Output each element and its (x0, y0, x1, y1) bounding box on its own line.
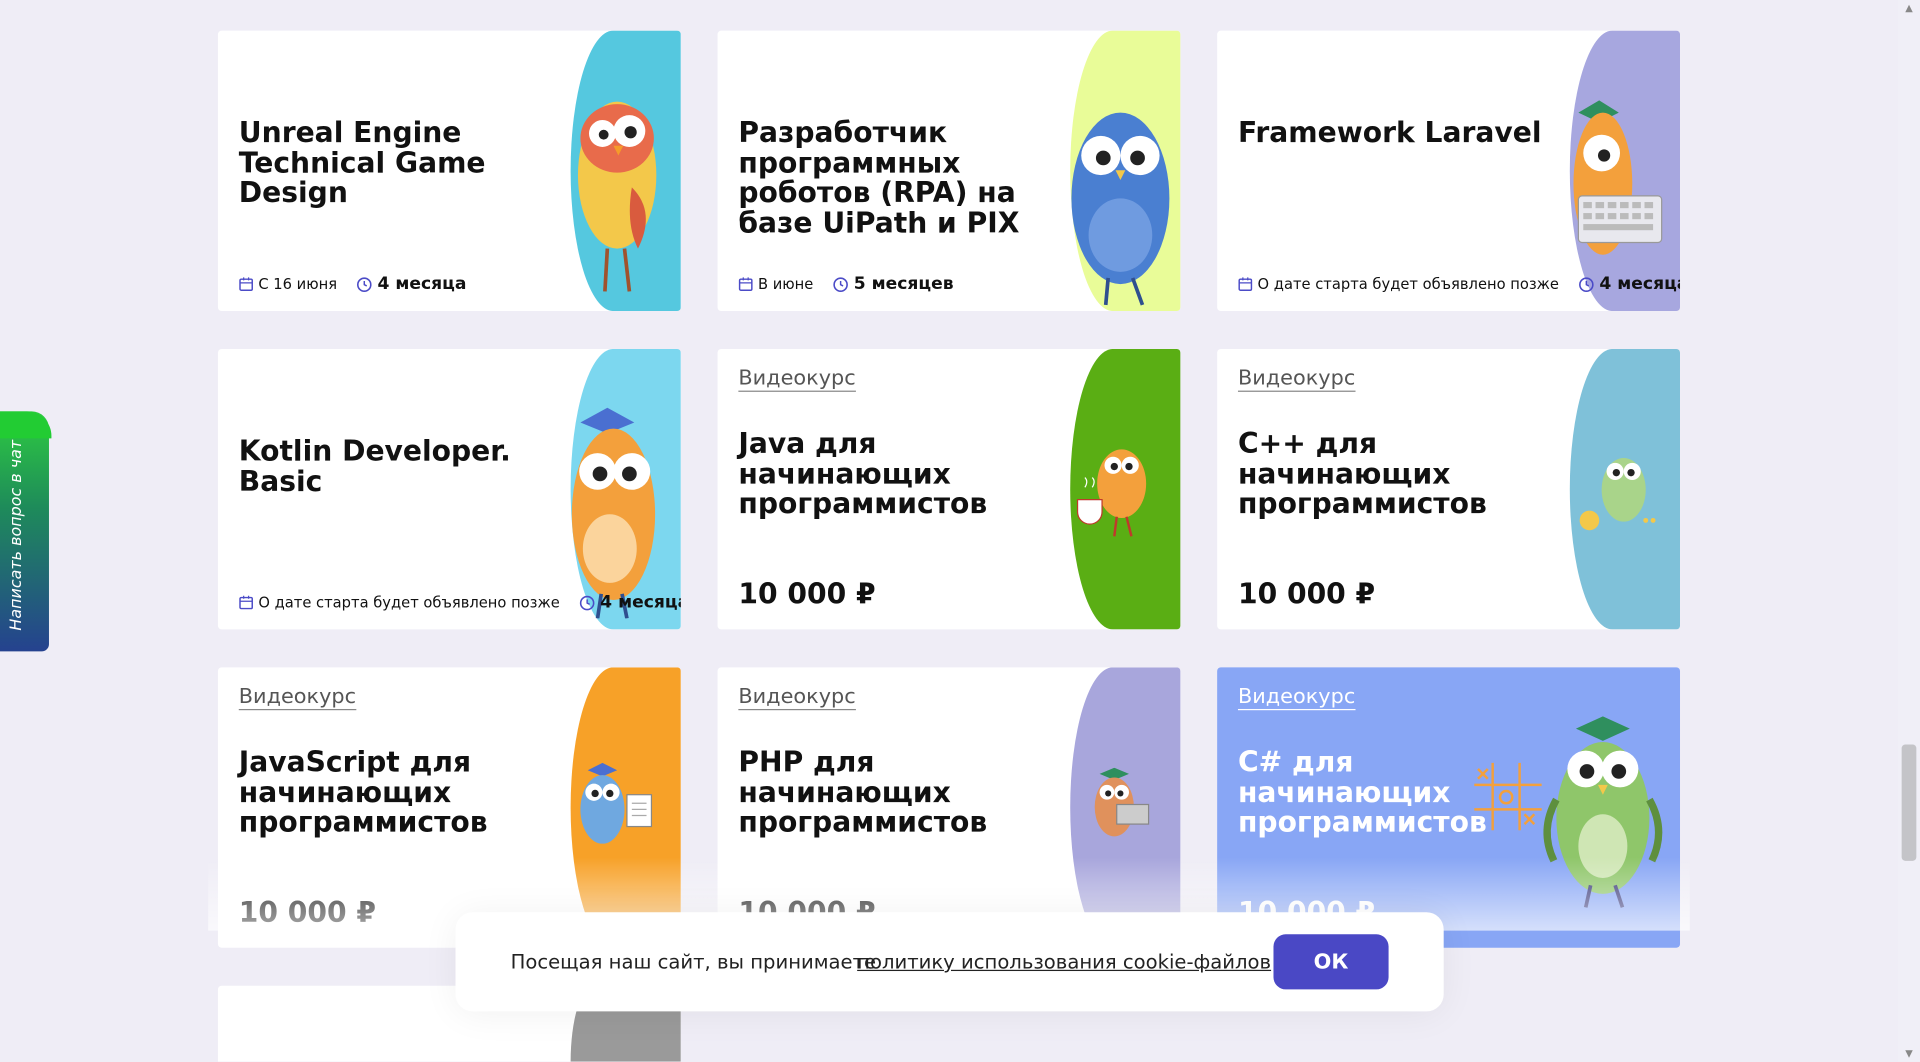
course-card-laravel[interactable]: Framework Laravel О дате старта будет об… (1217, 30, 1681, 312)
course-duration: 4 месяца (1599, 274, 1681, 294)
course-meta: О дате старта будет объявлено позже 4 ме… (1238, 274, 1680, 294)
course-card-javascript[interactable]: Видеокурс JavaScript для начинающих прог… (217, 667, 681, 948)
cookie-policy-link[interactable]: политику использования cookie-файлов (857, 950, 1271, 973)
course-card-java[interactable]: Видеокурс Java для начинающих программис… (717, 348, 1181, 630)
calendar-icon (239, 277, 254, 292)
course-card-csharp[interactable]: Видеокурс C# для начинающих программисто… (1217, 667, 1681, 948)
scrollbar-track[interactable] (1897, 0, 1920, 1062)
calendar-icon (239, 595, 254, 610)
owl-illustration (571, 407, 656, 619)
clock-icon (833, 276, 849, 292)
course-title: JavaScript для начинающих программистов (238, 746, 488, 839)
course-meta: О дате старта будет объявлено позже 4 ме… (239, 592, 681, 613)
course-price: 10 000 ₽ (238, 897, 376, 930)
scroll-down-arrow-icon[interactable]: ▼ (1903, 1048, 1915, 1059)
course-card-php[interactable]: Видеокурс PHP для начинающих программист… (717, 667, 1181, 948)
course-duration: 4 месяца (377, 274, 467, 294)
course-kind-badge[interactable]: Видеокурс (238, 684, 357, 711)
cookie-banner: Посещая наш сайт, вы принимаете политику… (455, 912, 1444, 1012)
owl-illustration (1573, 100, 1663, 255)
course-title: Kotlin Developer. Basic (238, 435, 511, 498)
owl-illustration (577, 101, 657, 292)
course-kind-badge[interactable]: Видеокурс (1237, 684, 1356, 711)
course-kind-badge[interactable]: Видеокурс (1237, 366, 1356, 392)
course-card-cpp[interactable]: Видеокурс C++ для начинающих программист… (1217, 348, 1681, 630)
chat-tab-label[interactable]: Написать вопрос в чат (7, 440, 25, 631)
owl-illustration (1076, 449, 1147, 537)
course-title: Java для начинающих программистов (738, 428, 988, 521)
cookie-text: Посещая наш сайт, вы принимаете (510, 950, 877, 974)
course-title: Framework Laravel (1237, 117, 1542, 150)
course-card-kotlin[interactable]: Kotlin Developer. Basic О дате старта бу… (217, 348, 681, 630)
course-title: Unreal Engine Technical Game Design (238, 117, 486, 210)
scroll-up-arrow-icon[interactable]: ▲ (1903, 2, 1915, 13)
calendar-icon (738, 277, 753, 292)
cookie-ok-button[interactable]: ОК (1273, 934, 1389, 990)
course-meta: С 16 июня 4 месяца (239, 274, 467, 294)
course-card-rpa[interactable]: Разработчик программных роботов (RPA) на… (717, 30, 1181, 312)
calendar-icon (1238, 277, 1253, 292)
course-title: C# для начинающих программистов (1237, 746, 1487, 839)
course-title: C++ для начинающих программистов (1237, 428, 1487, 521)
course-start: О дате старта будет объявлено позже (1257, 275, 1559, 293)
course-price: 10 000 ₽ (1237, 579, 1376, 612)
chat-bubble-icon (0, 411, 52, 439)
course-kind-badge[interactable]: Видеокурс (738, 684, 856, 711)
course-kind-badge[interactable]: Видеокурс (738, 366, 856, 392)
owl-illustration (1094, 767, 1150, 837)
clock-icon (579, 594, 595, 610)
owl-illustration (1071, 112, 1170, 306)
course-card-unreal[interactable]: Unreal Engine Technical Game Design С 16… (217, 30, 681, 312)
course-duration: 5 месяцев (853, 274, 954, 294)
owl-illustration (580, 762, 653, 844)
course-duration: 4 месяца (600, 592, 681, 613)
course-start: О дате старта будет объявлено позже (258, 593, 560, 612)
course-title: PHP для начинающих программистов (738, 746, 988, 839)
course-start: В июне (757, 275, 814, 293)
clock-icon (1579, 276, 1595, 292)
owl-illustration (1579, 457, 1656, 531)
course-start: С 16 июня (258, 275, 338, 293)
clock-icon (357, 276, 373, 292)
course-title: Разработчик программных роботов (RPA) на… (738, 117, 1020, 240)
course-meta: В июне 5 месяцев (738, 274, 954, 294)
course-price: 10 000 ₽ (738, 579, 876, 612)
scrollbar-thumb[interactable] (1901, 744, 1917, 861)
